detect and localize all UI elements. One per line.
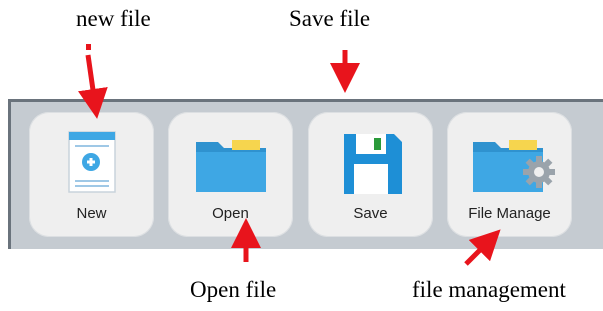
new-file-annotation: new file [76, 6, 151, 31]
open-button-label: Open [212, 205, 249, 222]
file-manage-button[interactable]: File Manage [447, 112, 572, 237]
file-toolbar: New Open Save File Manage [8, 99, 603, 249]
new-button[interactable]: New [29, 112, 154, 237]
save-button[interactable]: Save [308, 112, 433, 237]
save-button-label: Save [353, 205, 388, 222]
file-manage-button-label: File Manage [468, 205, 551, 222]
file-management-annotation: file management [412, 277, 566, 302]
arrow-to-new-icon [78, 44, 108, 119]
open-button[interactable]: Open [168, 112, 293, 237]
new-button-label: New [76, 205, 107, 222]
open-file-annotation: Open file [190, 277, 277, 302]
save-file-annotation: Save file [289, 6, 371, 31]
